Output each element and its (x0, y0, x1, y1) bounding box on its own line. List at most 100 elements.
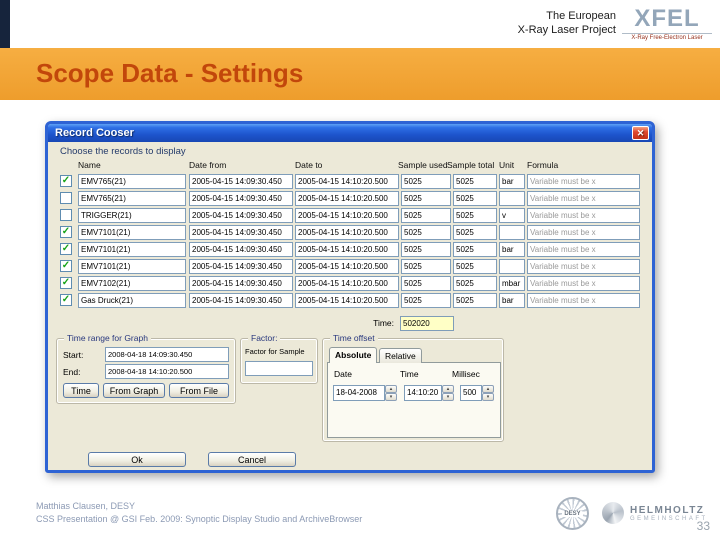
record-date-to-field[interactable]: 2005-04-15 14:10:20.500 (295, 208, 399, 223)
record-unit-field[interactable] (499, 225, 525, 240)
record-sample-used-field[interactable]: 5025 (401, 208, 451, 223)
record-formula-field[interactable]: Variable must be x (527, 259, 640, 274)
record-checkbox[interactable] (60, 192, 72, 204)
record-unit-field[interactable]: bar (499, 293, 525, 308)
time-total-field[interactable]: 502020 (400, 316, 454, 331)
page-number: 33 (696, 519, 710, 533)
record-sample-used-field[interactable]: 5025 (401, 191, 451, 206)
millisec-spinner[interactable]: ▴ ▾ (482, 385, 494, 401)
record-checkbox[interactable]: ✓ (60, 260, 72, 272)
spin-up-icon: ▴ (442, 385, 454, 393)
dialog-title: Record Cooser (55, 127, 134, 139)
record-unit-field[interactable]: bar (499, 174, 525, 189)
record-date-from-field[interactable]: 2005-04-15 14:09:30.450 (189, 225, 293, 240)
record-formula-field[interactable]: Variable must be x (527, 293, 640, 308)
record-checkbox[interactable]: ✓ (60, 175, 72, 187)
record-date-from-field[interactable]: 2005-04-15 14:09:30.450 (189, 208, 293, 223)
end-field[interactable]: 2008-04-18 14:10:20.500 (105, 364, 229, 379)
offset-millisec-field[interactable]: 500 (460, 385, 482, 401)
record-formula-field[interactable]: Variable must be x (527, 174, 640, 189)
factor-group: Factor: Factor for Sample (240, 333, 318, 384)
cancel-button[interactable]: Cancel (208, 452, 296, 467)
record-sample-total-field[interactable]: 5025 (453, 276, 497, 291)
record-date-to-field[interactable]: 2005-04-15 14:10:20.500 (295, 225, 399, 240)
record-sample-used-field[interactable]: 5025 (401, 259, 451, 274)
offset-time-field[interactable]: 14:10:20 (404, 385, 442, 401)
record-sample-total-field[interactable]: 5025 (453, 174, 497, 189)
tab-absolute[interactable]: Absolute (329, 347, 378, 363)
record-date-from-field[interactable]: 2005-04-15 14:09:30.450 (189, 242, 293, 257)
table-row: ✓ EMV7101(21) 2005-04-15 14:09:30.450 20… (48, 225, 652, 240)
time-spinner[interactable]: ▴ ▾ (442, 385, 454, 401)
table-row: TRIGGER(21) 2005-04-15 14:09:30.450 2005… (48, 208, 652, 223)
record-name-field[interactable]: EMV7101(21) (78, 259, 186, 274)
record-sample-total-field[interactable]: 5025 (453, 225, 497, 240)
record-sample-total-field[interactable]: 5025 (453, 259, 497, 274)
column-header-sample-total: Sample total (447, 160, 495, 170)
time-range-group-label: Time range for Graph (64, 333, 151, 343)
record-sample-used-field[interactable]: 5025 (401, 276, 451, 291)
record-date-from-field[interactable]: 2005-04-15 14:09:30.450 (189, 276, 293, 291)
time-offset-panel: Date Time Millisec 18-04-2008 ▴ ▾ 14:10:2… (327, 362, 501, 438)
record-name-field[interactable]: EMV765(21) (78, 174, 186, 189)
date-spinner[interactable]: ▴ ▾ (385, 385, 397, 401)
from-file-button[interactable]: From File (169, 383, 229, 398)
record-unit-field[interactable]: v (499, 208, 525, 223)
record-date-from-field[interactable]: 2005-04-15 14:09:30.450 (189, 293, 293, 308)
record-formula-field[interactable]: Variable must be x (527, 242, 640, 257)
record-date-to-field[interactable]: 2005-04-15 14:10:20.500 (295, 293, 399, 308)
record-date-from-field[interactable]: 2005-04-15 14:09:30.450 (189, 259, 293, 274)
record-name-field[interactable]: TRIGGER(21) (78, 208, 186, 223)
title-band: Scope Data - Settings (0, 48, 720, 100)
record-formula-field[interactable]: Variable must be x (527, 191, 640, 206)
record-date-from-field[interactable]: 2005-04-15 14:09:30.450 (189, 191, 293, 206)
tab-relative[interactable]: Relative (379, 348, 422, 363)
record-sample-used-field[interactable]: 5025 (401, 242, 451, 257)
start-field[interactable]: 2008-04-18 14:09:30.450 (105, 347, 229, 362)
record-sample-total-field[interactable]: 5025 (453, 293, 497, 308)
record-checkbox[interactable] (60, 209, 72, 221)
record-formula-field[interactable]: Variable must be x (527, 225, 640, 240)
record-name-field[interactable]: EMV7101(21) (78, 225, 186, 240)
factor-field[interactable] (245, 361, 313, 376)
record-name-field[interactable]: EMV7101(21) (78, 242, 186, 257)
record-sample-total-field[interactable]: 5025 (453, 191, 497, 206)
record-date-from-field[interactable]: 2005-04-15 14:09:30.450 (189, 174, 293, 189)
record-checkbox[interactable]: ✓ (60, 294, 72, 306)
record-checkbox[interactable]: ✓ (60, 226, 72, 238)
dialog-titlebar[interactable]: Record Cooser ✕ (48, 124, 652, 142)
record-date-to-field[interactable]: 2005-04-15 14:10:20.500 (295, 242, 399, 257)
record-unit-field[interactable] (499, 259, 525, 274)
record-date-to-field[interactable]: 2005-04-15 14:10:20.500 (295, 259, 399, 274)
record-formula-field[interactable]: Variable must be x (527, 208, 640, 223)
record-unit-field[interactable]: bar (499, 242, 525, 257)
record-date-to-field[interactable]: 2005-04-15 14:10:20.500 (295, 276, 399, 291)
record-checkbox[interactable]: ✓ (60, 243, 72, 255)
spin-up-icon: ▴ (482, 385, 494, 393)
record-sample-total-field[interactable]: 5025 (453, 242, 497, 257)
table-row: ✓ EMV7102(21) 2005-04-15 14:09:30.450 20… (48, 276, 652, 291)
record-date-to-field[interactable]: 2005-04-15 14:10:20.500 (295, 174, 399, 189)
record-name-field[interactable]: EMV765(21) (78, 191, 186, 206)
from-graph-button[interactable]: From Graph (103, 383, 165, 398)
record-name-field[interactable]: EMV7102(21) (78, 276, 186, 291)
record-unit-field[interactable]: mbar (499, 276, 525, 291)
end-label: End: (63, 367, 81, 377)
record-checkbox[interactable]: ✓ (60, 277, 72, 289)
record-formula-field[interactable]: Variable must be x (527, 276, 640, 291)
time-total-label: Time: (373, 318, 394, 328)
ok-button[interactable]: Ok (88, 452, 186, 467)
record-date-to-field[interactable]: 2005-04-15 14:10:20.500 (295, 191, 399, 206)
offset-date-field[interactable]: 18-04-2008 (333, 385, 385, 401)
record-name-field[interactable]: Gas Druck(21) (78, 293, 186, 308)
time-button[interactable]: Time (63, 383, 99, 398)
record-sample-total-field[interactable]: 5025 (453, 208, 497, 223)
record-sample-used-field[interactable]: 5025 (401, 225, 451, 240)
record-sample-used-field[interactable]: 5025 (401, 293, 451, 308)
instruction-label: Choose the records to display (60, 146, 186, 157)
time-offset-group-label: Time offset (330, 333, 378, 343)
close-button[interactable]: ✕ (632, 126, 649, 140)
desy-logo-label: DESY (562, 510, 583, 517)
record-sample-used-field[interactable]: 5025 (401, 174, 451, 189)
record-unit-field[interactable] (499, 191, 525, 206)
